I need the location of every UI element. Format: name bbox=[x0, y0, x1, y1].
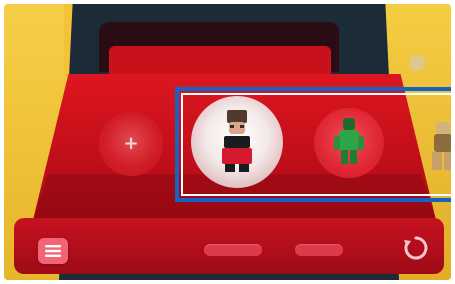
refresh-icon bbox=[404, 236, 428, 260]
partial-character-icon bbox=[432, 122, 451, 170]
refresh-button[interactable] bbox=[400, 232, 432, 264]
info-indicator bbox=[409, 55, 425, 71]
partial-character-slot[interactable] bbox=[430, 120, 451, 178]
bottom-pill-b[interactable] bbox=[295, 244, 343, 256]
plus-icon: + bbox=[123, 133, 139, 154]
add-slot-button[interactable]: + bbox=[99, 112, 163, 176]
menu-button[interactable] bbox=[38, 238, 68, 264]
menu-icon bbox=[45, 245, 61, 257]
bottom-pill-a[interactable] bbox=[204, 244, 262, 256]
carousel-selection-frame bbox=[175, 87, 451, 202]
game-screen: + bbox=[4, 4, 451, 280]
